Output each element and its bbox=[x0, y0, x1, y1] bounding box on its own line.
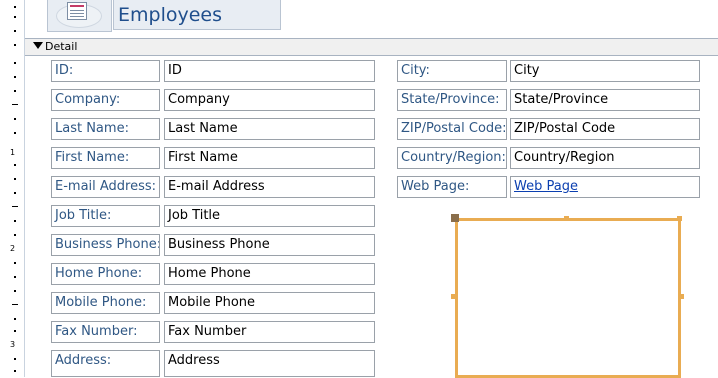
picture-control[interactable] bbox=[455, 218, 681, 378]
label-id[interactable]: ID: bbox=[51, 60, 160, 82]
ruler-number-1: 1 bbox=[10, 148, 16, 157]
control-company[interactable]: Company bbox=[164, 89, 375, 111]
label-home-phone[interactable]: Home Phone: bbox=[51, 263, 160, 285]
form-document-icon[interactable] bbox=[47, 0, 112, 32]
control-country-region[interactable]: Country/Region bbox=[510, 147, 700, 169]
label-country-region[interactable]: Country/Region: bbox=[397, 147, 507, 169]
ruler-number-3: 3 bbox=[10, 340, 16, 349]
label-fax-number[interactable]: Fax Number: bbox=[51, 321, 160, 343]
control-last-name[interactable]: Last Name bbox=[164, 118, 375, 140]
detail-section-bar[interactable]: Detail bbox=[25, 38, 718, 56]
control-city[interactable]: City bbox=[510, 60, 700, 82]
label-zip-postal-code[interactable]: ZIP/Postal Code: bbox=[397, 118, 507, 140]
resize-handle-right[interactable] bbox=[679, 294, 684, 299]
vertical-ruler: 1 2 3 bbox=[0, 0, 25, 377]
triangle-down-icon[interactable] bbox=[33, 42, 43, 49]
control-home-phone[interactable]: Home Phone bbox=[164, 263, 375, 285]
form-title-box[interactable]: Employees bbox=[113, 0, 281, 30]
label-job-title[interactable]: Job Title: bbox=[51, 205, 160, 227]
control-mobile-phone[interactable]: Mobile Phone bbox=[164, 292, 375, 314]
control-fax-number[interactable]: Fax Number bbox=[164, 321, 375, 343]
resize-handle-top-right[interactable] bbox=[677, 216, 682, 221]
control-web-page[interactable]: Web Page bbox=[510, 176, 700, 198]
control-zip-postal-code[interactable]: ZIP/Postal Code bbox=[510, 118, 700, 140]
label-first-name[interactable]: First Name: bbox=[51, 147, 160, 169]
move-handle[interactable] bbox=[451, 214, 459, 222]
control-address[interactable]: Address bbox=[164, 350, 375, 377]
control-id[interactable]: ID bbox=[164, 60, 375, 82]
resize-handle-left[interactable] bbox=[451, 294, 456, 299]
label-address[interactable]: Address: bbox=[51, 350, 160, 377]
label-email[interactable]: E-mail Address: bbox=[51, 176, 160, 198]
section-label: Detail bbox=[45, 40, 78, 53]
label-company[interactable]: Company: bbox=[51, 89, 160, 111]
form-header: Employees bbox=[25, 0, 718, 38]
control-email[interactable]: E-mail Address bbox=[164, 176, 375, 198]
control-first-name[interactable]: First Name bbox=[164, 147, 375, 169]
label-mobile-phone[interactable]: Mobile Phone: bbox=[51, 292, 160, 314]
label-web-page[interactable]: Web Page: bbox=[397, 176, 507, 198]
control-job-title[interactable]: Job Title bbox=[164, 205, 375, 227]
label-last-name[interactable]: Last Name: bbox=[51, 118, 160, 140]
label-state-province[interactable]: State/Province: bbox=[397, 89, 507, 111]
resize-handle-top[interactable] bbox=[564, 216, 569, 221]
control-state-province[interactable]: State/Province bbox=[510, 89, 700, 111]
label-city[interactable]: City: bbox=[397, 60, 507, 82]
label-business-phone[interactable]: Business Phone: bbox=[51, 234, 160, 256]
detail-section: ID: ID Company: Company Last Name: Last … bbox=[25, 56, 718, 378]
form-title: Employees bbox=[118, 4, 222, 26]
ruler-number-2: 2 bbox=[10, 244, 16, 253]
control-business-phone[interactable]: Business Phone bbox=[164, 234, 375, 256]
